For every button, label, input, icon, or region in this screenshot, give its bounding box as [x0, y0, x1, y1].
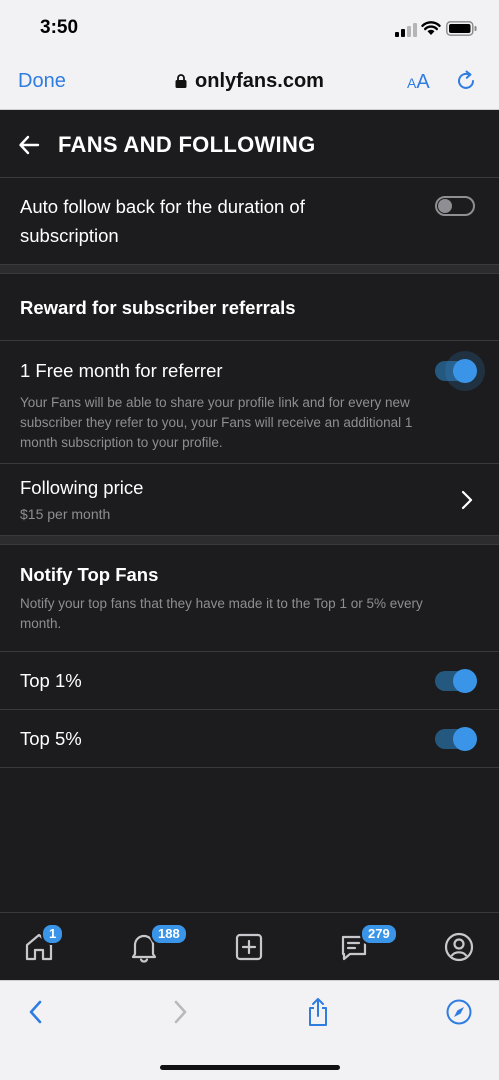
ios-status-bar: 3:50 — [0, 0, 499, 54]
section-divider — [0, 265, 499, 274]
referrals-section-header: Reward for subscriber referrals — [0, 274, 499, 341]
settings-list: Auto follow back for the duration of sub… — [0, 178, 499, 768]
share-icon[interactable] — [305, 997, 331, 1027]
back-arrow-icon[interactable] — [18, 134, 40, 156]
forward-chevron-icon[interactable] — [166, 997, 192, 1027]
top5-row[interactable]: Top 5% — [0, 710, 499, 768]
messages-badge: 279 — [360, 923, 398, 945]
nav-add-post[interactable] — [231, 927, 267, 967]
nav-profile[interactable] — [441, 927, 477, 967]
nav-notifications[interactable]: 188 — [126, 923, 188, 967]
top5-toggle[interactable] — [435, 727, 477, 751]
reload-icon[interactable] — [455, 70, 477, 92]
url-text: onlyfans.com — [195, 70, 324, 92]
notifications-badge: 188 — [150, 923, 188, 945]
bottom-navigation: 1 188 279 — [0, 912, 499, 980]
nav-home[interactable]: 1 — [21, 923, 65, 967]
nav-messages[interactable]: 279 — [336, 923, 398, 967]
following-price-row[interactable]: Following price $15 per month — [0, 464, 499, 536]
wifi-icon — [421, 21, 441, 35]
following-price-value: $15 per month — [20, 506, 111, 522]
battery-icon — [446, 21, 477, 36]
back-chevron-icon[interactable] — [24, 997, 50, 1027]
auto-follow-label: Auto follow back for the duration of sub… — [20, 196, 305, 246]
profile-icon — [444, 932, 474, 962]
top1-label: Top 1% — [20, 670, 82, 691]
safari-address-bar: Done onlyfans.com AA — [0, 54, 499, 110]
free-month-label: 1 Free month for referrer — [20, 360, 223, 381]
status-time: 3:50 — [40, 17, 79, 38]
text-size-button[interactable]: AA — [407, 71, 430, 94]
auto-follow-row[interactable]: Auto follow back for the duration of sub… — [0, 178, 499, 265]
chevron-right-icon — [461, 490, 473, 510]
notify-top-fans-title: Notify Top Fans — [20, 564, 159, 585]
home-indicator — [160, 1065, 340, 1070]
top5-label: Top 5% — [20, 728, 82, 749]
page-title: FANS AND FOLLOWING — [58, 132, 316, 157]
safari-toolbar — [0, 980, 499, 1080]
free-month-row[interactable]: 1 Free month for referrer Your Fans will… — [0, 341, 499, 464]
top1-row[interactable]: Top 1% — [0, 652, 499, 710]
notify-top-fans-description: Notify your top fans that they have made… — [20, 596, 423, 631]
free-month-description: Your Fans will be able to share your pro… — [20, 395, 413, 450]
home-badge: 1 — [41, 923, 65, 945]
auto-follow-toggle[interactable] — [435, 196, 475, 216]
section-divider — [0, 536, 499, 545]
referrals-section-title: Reward for subscriber referrals — [20, 297, 296, 318]
free-month-toggle[interactable] — [435, 351, 485, 391]
following-price-label: Following price — [20, 477, 144, 498]
plus-square-icon — [235, 933, 263, 961]
compass-icon[interactable] — [446, 997, 472, 1027]
cellular-signal-icon — [395, 23, 417, 37]
page-header: FANS AND FOLLOWING — [0, 110, 499, 178]
top1-toggle[interactable] — [435, 669, 477, 693]
notify-top-fans-section: Notify Top Fans Notify your top fans tha… — [0, 545, 499, 652]
lock-icon — [175, 74, 187, 88]
